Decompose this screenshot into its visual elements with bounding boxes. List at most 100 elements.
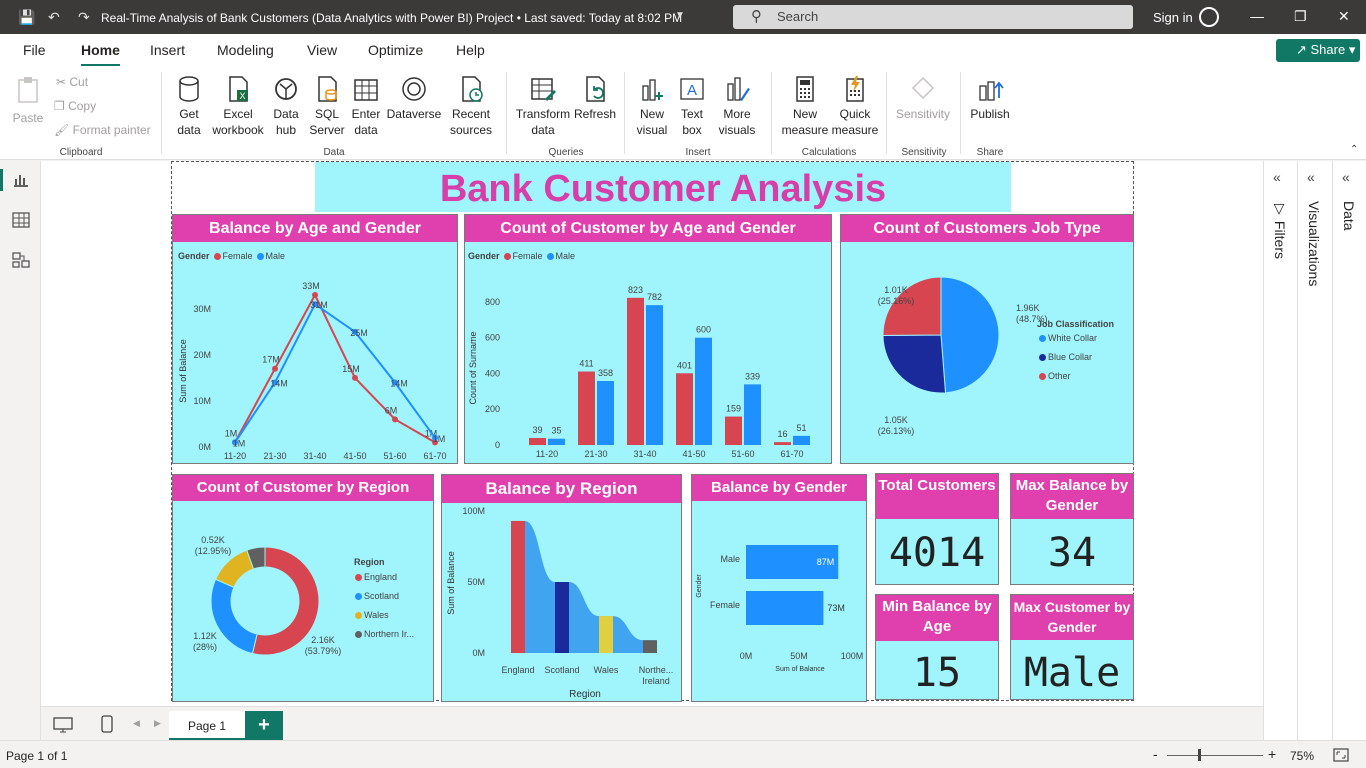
desktop-layout-icon[interactable] — [53, 717, 73, 733]
legend-item[interactable]: Other — [1035, 371, 1071, 381]
legend-item-female[interactable]: Female — [223, 251, 253, 261]
legend-item[interactable]: Scotland — [351, 591, 399, 601]
dataverse-button[interactable]: Dataverse — [386, 74, 442, 122]
enter-data-button[interactable]: Enter data — [348, 74, 384, 138]
expand-visualizations-icon[interactable]: « — [1307, 169, 1315, 185]
more-visuals-button[interactable]: More visuals — [712, 74, 762, 138]
min-balance-by-age-card[interactable]: Min Balance by Age 15 — [875, 594, 999, 700]
fit-to-page-icon[interactable] — [1333, 748, 1349, 762]
publish-button[interactable]: Publish — [968, 74, 1012, 122]
data-label: 17M — [262, 355, 280, 365]
share-button[interactable]: ↗ Share ▾ — [1276, 39, 1360, 62]
expand-data-icon[interactable]: « — [1342, 169, 1350, 185]
visualizations-pane[interactable]: « Visualizations — [1297, 161, 1332, 740]
x-tick-label: 21-30 — [584, 449, 607, 459]
recent-sources-button[interactable]: Recent sources — [444, 74, 498, 138]
legend-item-male[interactable]: Male — [556, 251, 576, 261]
y-tick-label: 50M — [467, 577, 485, 587]
expand-filters-icon[interactable]: « — [1273, 169, 1281, 185]
new-visual-button[interactable]: New visual — [632, 74, 672, 138]
data-label: 1.05K — [884, 415, 908, 425]
tab-view[interactable]: View — [307, 42, 337, 58]
excel-icon: X — [229, 76, 248, 102]
excel-workbook-button[interactable]: X Excel workbook — [210, 74, 266, 138]
account-avatar-icon[interactable] — [1199, 7, 1219, 27]
tab-modeling[interactable]: Modeling — [217, 42, 274, 58]
mobile-layout-icon[interactable] — [101, 715, 113, 733]
report-page: Bank Customer Analysis Balance by Age an… — [171, 161, 1134, 702]
table-view-icon[interactable] — [12, 212, 30, 228]
bar-female — [529, 438, 546, 445]
tab-file[interactable]: File — [23, 42, 46, 58]
filters-pane[interactable]: « ▽ Filters — [1263, 161, 1297, 740]
paste-button[interactable]: Paste — [12, 74, 44, 126]
x-tick-label: 50M — [790, 651, 808, 661]
zoom-in-button[interactable]: + — [1268, 746, 1276, 762]
tab-optimize[interactable]: Optimize — [368, 42, 423, 58]
data-label-percent: (28%) — [193, 642, 217, 652]
x-tick-label: Wales — [594, 665, 619, 675]
zoom-level[interactable]: 75% — [1290, 749, 1314, 763]
sql-server-button[interactable]: SQL Server — [308, 74, 346, 138]
legend-item[interactable]: Wales — [351, 610, 389, 620]
legend-item-female[interactable]: Female — [513, 251, 543, 261]
minimize-icon[interactable]: — — [1250, 8, 1264, 24]
legend-item[interactable]: Blue Collar — [1035, 352, 1092, 362]
balance-by-region-visual[interactable]: Balance by Region 0M 50M 100M Sum of Balanc… — [441, 474, 682, 702]
model-view-icon[interactable] — [12, 252, 30, 268]
text-box-button[interactable]: A Text box — [674, 74, 710, 138]
data-group-label: Data — [323, 147, 345, 158]
more-visuals-icon — [727, 77, 750, 101]
tab-help[interactable]: Help — [456, 42, 485, 58]
bar-female — [627, 297, 644, 445]
job-type-visual[interactable]: Count of Customers Job Type 1.96K (48.7%)… — [840, 214, 1134, 464]
scroll-left-icon[interactable]: ◀ — [133, 718, 140, 729]
data-label: 2.16K — [311, 635, 335, 645]
sensitivity-button[interactable]: Sensitivity — [894, 74, 952, 122]
legend-item[interactable]: White Collar — [1035, 333, 1097, 343]
legend-item[interactable]: England — [351, 572, 397, 582]
data-pane[interactable]: « Data — [1332, 161, 1366, 740]
format-painter-button[interactable]: 🖌 Format painter — [54, 123, 151, 137]
copy-button[interactable]: ❐ Copy — [54, 99, 96, 113]
sign-in-link[interactable]: Sign in — [1153, 10, 1193, 25]
data-label: 358 — [598, 368, 613, 378]
close-icon[interactable]: ✕ — [1338, 8, 1350, 25]
zoom-slider-thumb[interactable] — [1198, 749, 1201, 761]
tab-insert[interactable]: Insert — [150, 42, 185, 58]
transform-data-button[interactable]: Transform data — [515, 74, 571, 138]
visual-title: Balance by Region — [442, 475, 681, 503]
title-dropdown-icon[interactable]: ▼ — [675, 10, 685, 21]
new-measure-button[interactable]: New measure — [780, 74, 830, 138]
zoom-out-button[interactable]: - — [1153, 746, 1158, 762]
undo-icon[interactable]: ↶ — [48, 9, 60, 26]
count-by-region-visual[interactable]: Count of Customer by Region 2.16K (53.79%… — [172, 474, 434, 702]
quick-measure-button[interactable]: Quick measure — [830, 74, 880, 138]
legend-item-male[interactable]: Male — [266, 251, 286, 261]
card-value: 4014 — [888, 530, 986, 576]
redo-icon[interactable]: ↷ — [78, 9, 90, 26]
zoom-slider[interactable] — [1167, 755, 1263, 756]
legend-item[interactable]: Northern Ir... — [351, 629, 414, 639]
legend-swatch — [546, 253, 554, 261]
save-icon[interactable]: 💾 — [18, 9, 35, 26]
cut-button[interactable]: ✂ Cut — [56, 75, 88, 89]
ribbon: Paste ✂ Cut ❐ Copy 🖌 Format painter Clip… — [0, 66, 1366, 160]
tab-home[interactable]: Home — [81, 42, 120, 67]
max-customer-by-gender-card[interactable]: Max Customer by Gender Male — [1010, 594, 1134, 700]
get-data-button[interactable]: Get data — [170, 74, 208, 138]
collapse-ribbon-icon[interactable]: ⌃ — [1350, 144, 1358, 155]
total-customers-card[interactable]: Total Customers 4014 — [875, 473, 999, 585]
page-tab-1[interactable]: Page 1 — [169, 711, 245, 741]
scroll-right-icon[interactable]: ▶ — [154, 718, 161, 729]
report-view-icon[interactable] — [12, 172, 30, 188]
data-hub-button[interactable]: Data hub — [268, 74, 304, 138]
restore-icon[interactable]: ❐ — [1294, 8, 1307, 25]
max-balance-by-gender-card[interactable]: Max Balance by Gender 34 — [1010, 473, 1134, 585]
search-box[interactable]: ⚲ Search — [733, 5, 1133, 29]
add-page-button[interactable]: + — [245, 711, 283, 741]
refresh-button[interactable]: Refresh — [573, 74, 617, 122]
balance-by-gender-visual[interactable]: Balance by Gender Male 87M Female 73M 0M 50M 1… — [691, 474, 867, 702]
balance-by-age-gender-visual[interactable]: Balance by Age and Gender Gender Female Ma… — [172, 214, 458, 464]
count-by-age-gender-visual[interactable]: Count of Customer by Age and Gender Gend… — [464, 214, 832, 464]
